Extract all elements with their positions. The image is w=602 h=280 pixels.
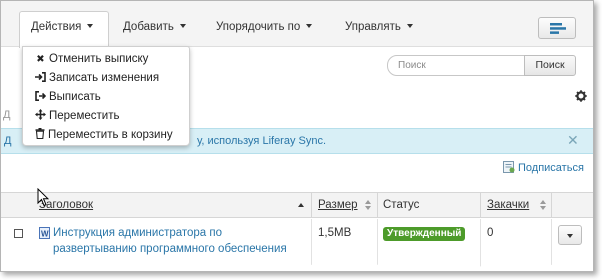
- column-header-size[interactable]: Размер: [318, 199, 358, 211]
- column-divider: [480, 193, 481, 217]
- actions-menu-button[interactable]: Действия: [31, 17, 94, 37]
- close-icon[interactable]: ✕: [567, 132, 579, 149]
- sign-in-icon: [35, 72, 46, 82]
- mouse-cursor-icon: [37, 188, 49, 207]
- menu-item-label: Выписать: [49, 91, 101, 103]
- gear-icon[interactable]: [575, 90, 587, 102]
- document-size: 1,5MB: [318, 227, 352, 239]
- menu-item-checkout[interactable]: Выписать: [35, 89, 101, 105]
- actions-dropdown-menu: ✖ Отменить выписку Записать изменения Вып…: [22, 46, 190, 146]
- sort-icon: [365, 200, 372, 211]
- download-count: 0: [487, 227, 494, 239]
- display-style-toggle-button[interactable]: [538, 17, 576, 39]
- column-header-status: Статус: [383, 199, 420, 211]
- menu-item-move-to-trash[interactable]: Переместить в корзину: [35, 127, 173, 143]
- column-header-downloads[interactable]: Закачки: [487, 199, 529, 211]
- info-text: у, используя Liferay Sync.: [197, 135, 327, 147]
- caret-down-icon: [567, 234, 573, 238]
- menu-item-checkin[interactable]: Записать изменения: [35, 70, 159, 86]
- actions-label: Действия: [31, 21, 82, 33]
- row-checkbox[interactable]: [14, 229, 23, 238]
- caret-down-icon: [306, 24, 313, 28]
- torn-edge: [1, 261, 593, 271]
- search-input[interactable]: [387, 55, 525, 76]
- sort-icon: [540, 200, 547, 211]
- sort-ascending-icon: [298, 203, 304, 207]
- document-title-link[interactable]: Инструкция администратора по развертыван…: [53, 225, 303, 257]
- trash-icon: [35, 128, 45, 140]
- table-header: Заголовок Размер Статус Закачки: [1, 192, 593, 218]
- subscribe-link[interactable]: Подписаться: [503, 161, 584, 175]
- breadcrumb-partial: Д: [3, 109, 11, 121]
- subscribe-icon: [503, 161, 515, 173]
- menu-item-label: Переместить в корзину: [48, 129, 173, 141]
- caret-down-icon: [179, 24, 186, 28]
- management-toolbar: Действия Добавить Упорядочить по Управля…: [1, 1, 593, 48]
- status-badge: Утвержденный: [383, 227, 466, 241]
- subscribe-label: Подписаться: [518, 162, 584, 174]
- menu-item-label: Отменить выписку: [49, 53, 149, 65]
- sort-menu-button[interactable]: Упорядочить по: [216, 17, 313, 37]
- sort-label: Упорядочить по: [216, 21, 301, 33]
- add-menu-button[interactable]: Добавить: [123, 17, 186, 37]
- menu-item-cancel-checkout[interactable]: ✖ Отменить выписку: [35, 51, 148, 67]
- caret-down-icon: [406, 24, 413, 28]
- add-label: Добавить: [123, 21, 174, 33]
- close-icon: ✖: [36, 54, 45, 65]
- column-divider: [311, 193, 312, 217]
- svg-text:W: W: [41, 230, 49, 239]
- move-icon: [35, 109, 46, 120]
- list-view-icon: [550, 23, 566, 34]
- document-icon: W: [39, 227, 50, 239]
- row-actions-button[interactable]: [558, 225, 582, 245]
- sign-out-icon: [35, 91, 47, 101]
- manage-label: Управлять: [345, 21, 401, 33]
- manage-menu-button[interactable]: Управлять: [345, 17, 413, 37]
- caret-down-icon: [87, 24, 94, 28]
- column-divider: [377, 193, 378, 217]
- column-divider: [551, 193, 552, 217]
- search-button[interactable]: Поиск: [524, 55, 576, 76]
- menu-item-label: Записать изменения: [49, 72, 160, 84]
- info-text-lead: Д: [4, 135, 12, 147]
- menu-item-label: Переместить: [49, 110, 120, 122]
- menu-item-move[interactable]: Переместить: [35, 108, 119, 124]
- document-library-window: Действия Добавить Упорядочить по Управля…: [0, 0, 594, 272]
